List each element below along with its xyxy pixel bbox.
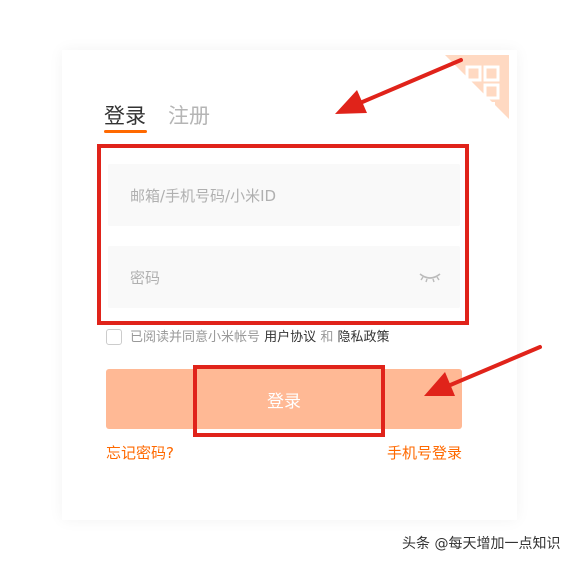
login-button[interactable]: 登录 — [106, 369, 462, 429]
privacy-policy-link[interactable]: 隐私政策 — [337, 330, 389, 345]
eye-closed-icon[interactable] — [418, 269, 442, 285]
phone-login-link[interactable]: 手机号登录 — [387, 442, 462, 463]
tab-login[interactable]: 登录 — [104, 102, 146, 130]
watermark: 头条 @每天增加一点知识 — [402, 536, 561, 552]
user-agreement-link[interactable]: 用户协议 — [264, 330, 316, 345]
agreement-prefix: 已阅读并同意小米帐号 — [130, 330, 261, 345]
agreement-and: 和 — [320, 330, 334, 345]
account-input[interactable] — [128, 164, 412, 228]
active-tab-indicator — [104, 130, 147, 133]
agreement-text: 已阅读并同意小米帐号 用户协议 和 隐私政策 — [130, 328, 389, 348]
forgot-password-link[interactable]: 忘记密码? — [106, 442, 174, 463]
account-field — [108, 164, 460, 228]
password-field — [108, 246, 460, 310]
tab-register[interactable]: 注册 — [168, 102, 210, 130]
agreement-checkbox[interactable] — [106, 329, 122, 345]
password-input[interactable] — [128, 246, 412, 310]
qr-code-login-corner[interactable] — [445, 55, 509, 119]
